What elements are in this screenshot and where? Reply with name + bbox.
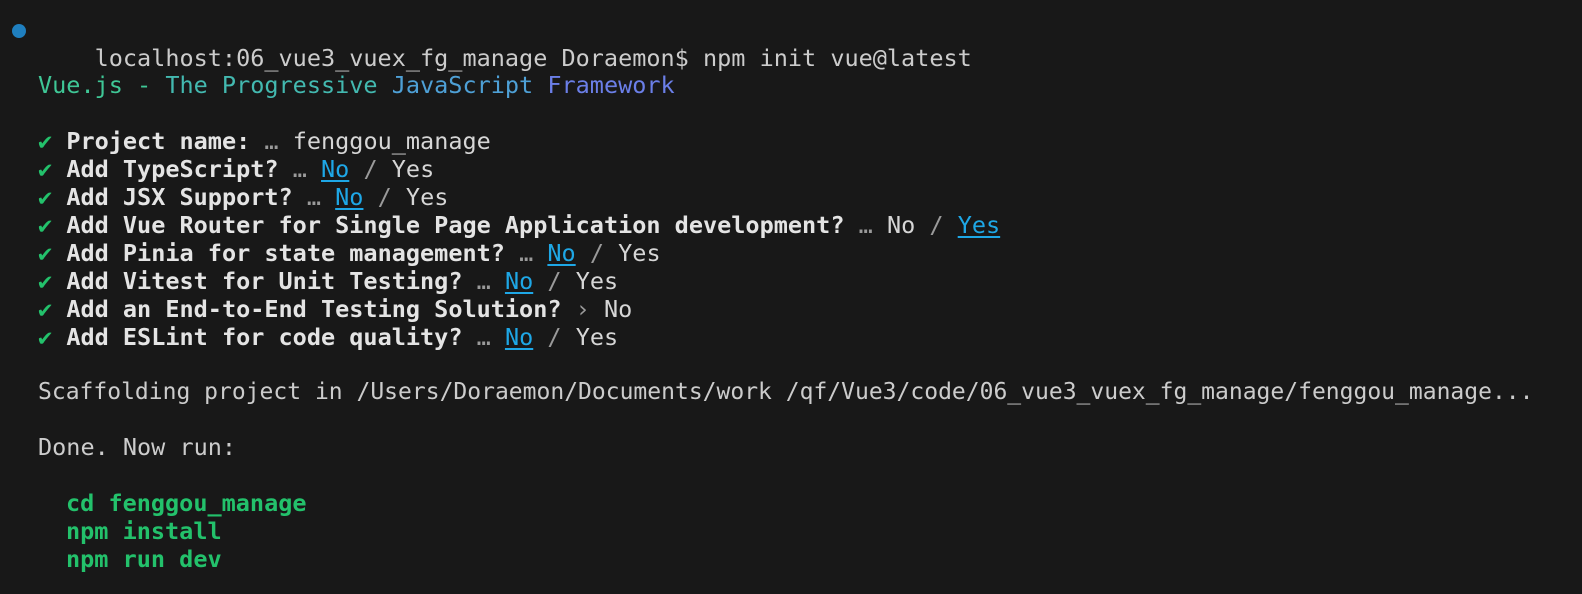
option-slash: / <box>547 323 562 351</box>
option-slash: / <box>363 155 378 183</box>
question-line: ✔ Add TypeScript? … No / Yes <box>38 155 434 183</box>
prompt-line: localhost:06_vue3_vuex_fg_manage Doraemo… <box>38 16 972 72</box>
check-icon: ✔ <box>38 295 53 323</box>
check-icon: ✔ <box>38 127 53 155</box>
question-label: Add ESLint for code quality? <box>66 323 463 351</box>
check-icon: ✔ <box>38 155 53 183</box>
question-separator: › <box>575 295 590 323</box>
question-label: Add Pinia for state management? <box>66 239 505 267</box>
next-command: npm run dev <box>66 545 222 573</box>
check-icon: ✔ <box>38 211 53 239</box>
question-line: ✔ Add Vue Router for Single Page Applica… <box>38 211 1000 239</box>
question-separator: … <box>292 155 307 183</box>
option-yes-selected: Yes <box>957 211 1001 239</box>
option-no-selected: No <box>504 323 534 351</box>
terminal[interactable]: localhost:06_vue3_vuex_fg_manage Doraemo… <box>0 0 1582 594</box>
scaffolding-message: Scaffolding project in /Users/Doraemon/D… <box>38 379 1534 405</box>
option-no-selected: No <box>504 267 534 295</box>
check-icon: ✔ <box>38 267 53 295</box>
option-no-selected: No <box>335 183 364 211</box>
option-yes: Yes <box>405 183 449 211</box>
option-no-selected: No <box>547 239 576 267</box>
prompt-command: npm init vue@latest <box>702 44 972 72</box>
question-separator: … <box>476 323 491 351</box>
question-separator: … <box>476 267 491 295</box>
option-no: No <box>886 211 916 239</box>
status-dot-icon <box>12 24 26 38</box>
next-command: npm install <box>66 517 222 545</box>
check-icon: ✔ <box>38 323 53 351</box>
question-answer: No <box>603 295 633 323</box>
option-yes: Yes <box>575 323 619 351</box>
question-separator: … <box>306 183 321 211</box>
question-line: ✔ Add Pinia for state management? … No /… <box>38 239 661 267</box>
question-label: Project name: <box>66 127 251 155</box>
banner-part-1: Vue.js - <box>38 71 166 99</box>
banner-part-4: Framework <box>547 71 675 99</box>
prompt-host-path: localhost:06_vue3_vuex_fg_manage Doraemo… <box>94 44 689 72</box>
question-separator: … <box>264 127 279 155</box>
question-label: Add Vue Router for Single Page Applicati… <box>66 211 845 239</box>
check-icon: ✔ <box>38 239 53 267</box>
question-line: ✔ Add Vitest for Unit Testing? … No / Ye… <box>38 267 618 295</box>
option-yes: Yes <box>618 239 661 267</box>
option-slash: / <box>547 267 562 295</box>
question-label: Add an End-to-End Testing Solution? <box>66 295 562 323</box>
question-separator: … <box>519 239 534 267</box>
banner-part-2: The Progressive <box>165 71 392 99</box>
check-icon: ✔ <box>38 183 53 211</box>
option-yes: Yes <box>391 155 435 183</box>
question-answer: fenggou_manage <box>292 127 491 155</box>
option-slash: / <box>589 239 604 267</box>
done-message: Done. Now run: <box>38 433 237 461</box>
next-command: cd fenggou_manage <box>66 489 307 517</box>
question-label: Add Vitest for Unit Testing? <box>66 267 463 295</box>
option-slash: / <box>377 183 392 211</box>
question-line: ✔ Add JSX Support? … No / Yes <box>38 183 448 211</box>
question-separator: … <box>858 211 873 239</box>
question-line: ✔ Add an End-to-End Testing Solution? › … <box>38 295 632 323</box>
question-line: ✔ Project name: … fenggou_manage <box>38 127 491 155</box>
banner-part-3: JavaScript <box>391 71 548 99</box>
question-label: Add TypeScript? <box>66 155 279 183</box>
option-slash: / <box>929 211 944 239</box>
question-line: ✔ Add ESLint for code quality? … No / Ye… <box>38 323 618 351</box>
question-label: Add JSX Support? <box>66 183 293 211</box>
option-yes: Yes <box>575 267 619 295</box>
option-no-selected: No <box>321 155 350 183</box>
vue-banner: Vue.js - The Progressive JavaScript Fram… <box>38 71 675 99</box>
